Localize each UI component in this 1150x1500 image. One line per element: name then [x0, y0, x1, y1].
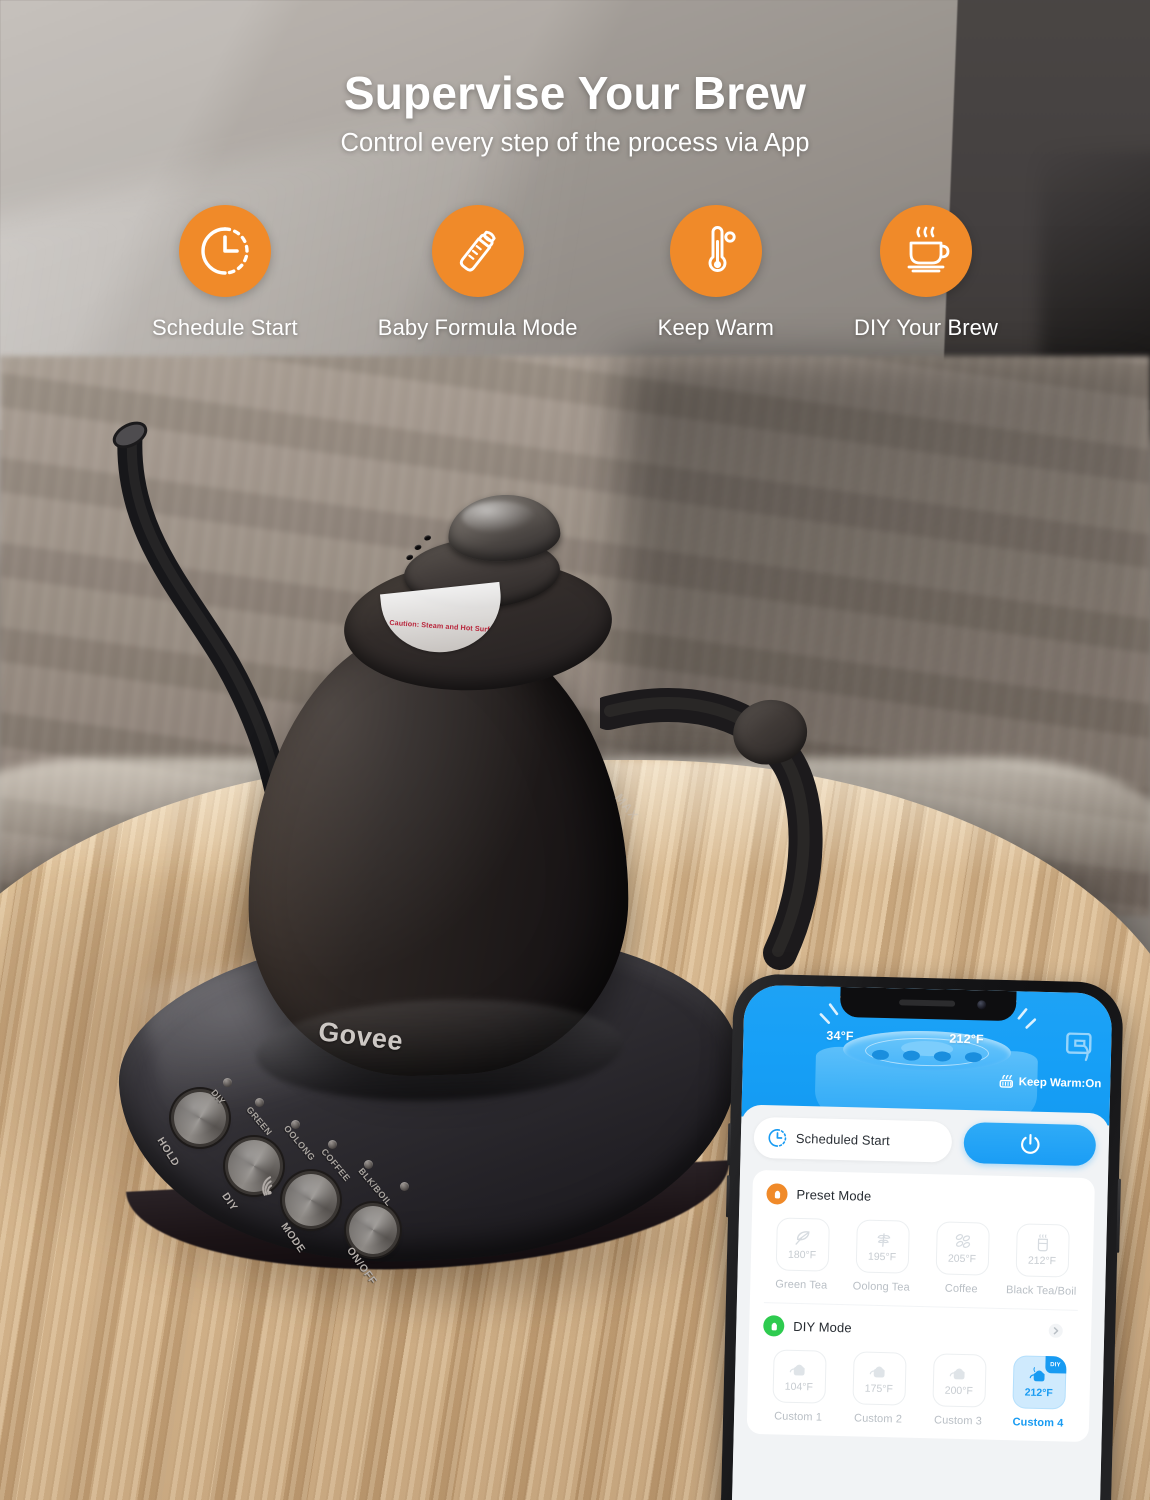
preset-chip[interactable]: 212°F	[1015, 1223, 1070, 1278]
diy-chip-name: Custom 1	[774, 1410, 823, 1424]
diy-mode-title: DIY Mode	[793, 1318, 852, 1336]
preset-chip-name: Green Tea	[775, 1278, 828, 1292]
preset-chip-coffee[interactable]: 205°F Coffee	[925, 1221, 999, 1296]
clock-icon	[768, 1129, 787, 1147]
diy-chip-name: Custom 3	[933, 1414, 983, 1428]
kettle-icon	[771, 1322, 777, 1330]
keep-warm-status: Keep Warm:On	[999, 1074, 1102, 1090]
page-subtitle: Control every step of the process via Ap…	[340, 129, 810, 157]
preset-chip-oolong-tea[interactable]: 195°F Oolong Tea	[845, 1219, 919, 1294]
diy-chip-selected[interactable]: DIY 212°F	[1011, 1355, 1067, 1410]
preset-chip-temp: 195°F	[867, 1250, 897, 1264]
table-edge-highlight	[0, 758, 1150, 878]
preset-chip-name: Black Tea/Boil	[1005, 1284, 1077, 1298]
hero-max-temperature: 212°F	[949, 1031, 985, 1047]
oolong-leaf-icon	[877, 1233, 890, 1247]
preset-mode-badge	[766, 1183, 788, 1205]
preset-chip-name: Oolong Tea	[852, 1280, 910, 1294]
feature-label: DIY Your Brew	[853, 315, 998, 340]
preset-chip-temp: 212°F	[1027, 1254, 1057, 1268]
front-camera	[977, 1000, 987, 1010]
page-title: Supervise Your Brew	[343, 67, 807, 119]
feature-label: Baby Formula Mode	[377, 315, 578, 340]
hot-cup-icon	[1037, 1234, 1048, 1252]
diy-corner-badge: DIY	[1044, 1356, 1067, 1374]
clock-icon	[201, 227, 249, 275]
scheduled-start-label: Scheduled Start	[795, 1130, 891, 1149]
diy-chip-name: Custom 2	[853, 1412, 903, 1426]
feature-diy-your-brew: DIY Your Brew	[854, 205, 998, 341]
power-toggle-button[interactable]	[963, 1121, 1097, 1167]
keep-warm-status-text: Keep Warm:On	[1018, 1075, 1102, 1090]
diy-chip-name: Custom 4	[1012, 1416, 1064, 1430]
steaming-cup-icon	[907, 226, 950, 273]
phone-volume-down-button[interactable]	[725, 1175, 730, 1218]
feature-icon-badge	[669, 205, 762, 297]
table-shadow	[0, 880, 370, 1300]
coffee-bean-icon	[955, 1234, 970, 1248]
feature-icon-badge	[879, 205, 972, 297]
diy-chip-custom-1[interactable]: 104°F Custom 1	[762, 1349, 836, 1424]
feature-icon-badge	[431, 205, 524, 297]
header-block: Supervise Your Brew Control every step o…	[0, 66, 1150, 158]
preset-mode-grid: 180°F Green Tea 195°F Oolong Tea 205°F C…	[750, 1204, 1094, 1306]
preset-chip-name: Coffee	[944, 1282, 978, 1296]
preset-chip-temp: 180°F	[787, 1248, 817, 1262]
phone-volume-up-button[interactable]	[727, 1123, 732, 1166]
feature-baby-formula-mode: Baby Formula Mode	[378, 205, 578, 341]
phone-frame: 34°F 212°F Keep Warm:On Scheduled Start …	[720, 973, 1124, 1500]
smartphone-app-mockup: 34°F 212°F Keep Warm:On Scheduled Start …	[703, 973, 1138, 1500]
feature-label: Schedule Start	[152, 315, 298, 340]
kettle-icon	[774, 1190, 780, 1198]
diy-chip[interactable]: 200°F	[931, 1353, 987, 1408]
diy-chip-temp: 175°F	[864, 1382, 894, 1395]
diy-chip[interactable]: 175°F	[851, 1351, 907, 1406]
preset-chip[interactable]: 195°F	[855, 1219, 910, 1274]
kettle-icon	[869, 1366, 885, 1377]
hero-min-temperature: 34°F	[826, 1028, 854, 1044]
phone-screen: 34°F 212°F Keep Warm:On Scheduled Start …	[731, 984, 1113, 1500]
preset-chip[interactable]: 205°F	[935, 1221, 990, 1276]
preset-chip-black-tea-boil[interactable]: 212°F Black Tea/Boil	[1005, 1223, 1079, 1298]
feature-schedule-start: Schedule Start	[152, 205, 298, 341]
keep-warm-icon	[999, 1074, 1014, 1088]
preset-mode-section: Preset Mode 180°F Green Tea 195°F Oolong…	[746, 1169, 1096, 1443]
diy-chip-temp: 200°F	[944, 1384, 973, 1397]
kettle-icon	[949, 1368, 965, 1379]
phone-notch	[839, 986, 1017, 1022]
product-marketing-image: Supervise Your Brew Control every step o…	[0, 0, 1150, 1500]
feature-keep-warm: Keep Warm	[658, 205, 774, 341]
earpiece-speaker	[899, 999, 956, 1007]
plug-icon	[1065, 1032, 1092, 1062]
app-top-actions: Scheduled Start	[753, 1105, 1097, 1167]
scheduled-start-button[interactable]: Scheduled Start	[753, 1116, 953, 1163]
diy-chip-custom-3[interactable]: 200°F Custom 3	[922, 1353, 996, 1428]
preset-chip-green-tea[interactable]: 180°F Green Tea	[765, 1217, 839, 1292]
diy-chip-temp: 104°F	[784, 1380, 814, 1393]
kettle-icon	[789, 1364, 805, 1375]
preset-chip-temp: 205°F	[947, 1252, 977, 1266]
feature-icon-badge	[178, 205, 271, 297]
thermometer-icon	[708, 226, 736, 272]
chevron-right-icon	[1048, 1323, 1063, 1338]
diy-mode-grid: 104°F Custom 1 175°F Custom 2 200°F Cust…	[747, 1336, 1091, 1438]
preset-chip[interactable]: 180°F	[775, 1217, 830, 1272]
feature-label: Keep Warm	[657, 315, 774, 340]
diy-chip-custom-2[interactable]: 175°F Custom 2	[842, 1351, 916, 1426]
tea-leaf-icon	[794, 1231, 810, 1245]
preset-mode-title: Preset Mode	[796, 1186, 872, 1204]
diy-mode-badge	[763, 1315, 785, 1337]
baby-bottle-icon	[459, 230, 496, 272]
power-icon	[1020, 1133, 1040, 1154]
app-content-sheet: Scheduled Start Preset Mode 180°F Green …	[731, 1104, 1110, 1500]
diy-chip-custom-4[interactable]: DIY 212°F Custom 4	[1002, 1355, 1076, 1430]
diy-chip[interactable]: 104°F	[771, 1349, 827, 1404]
diy-chip-temp: 212°F	[1024, 1386, 1053, 1399]
diy-mode-expand-button[interactable]	[1048, 1323, 1063, 1343]
feature-list: Schedule Start Baby Formula Mode Keep Wa…	[152, 205, 998, 341]
